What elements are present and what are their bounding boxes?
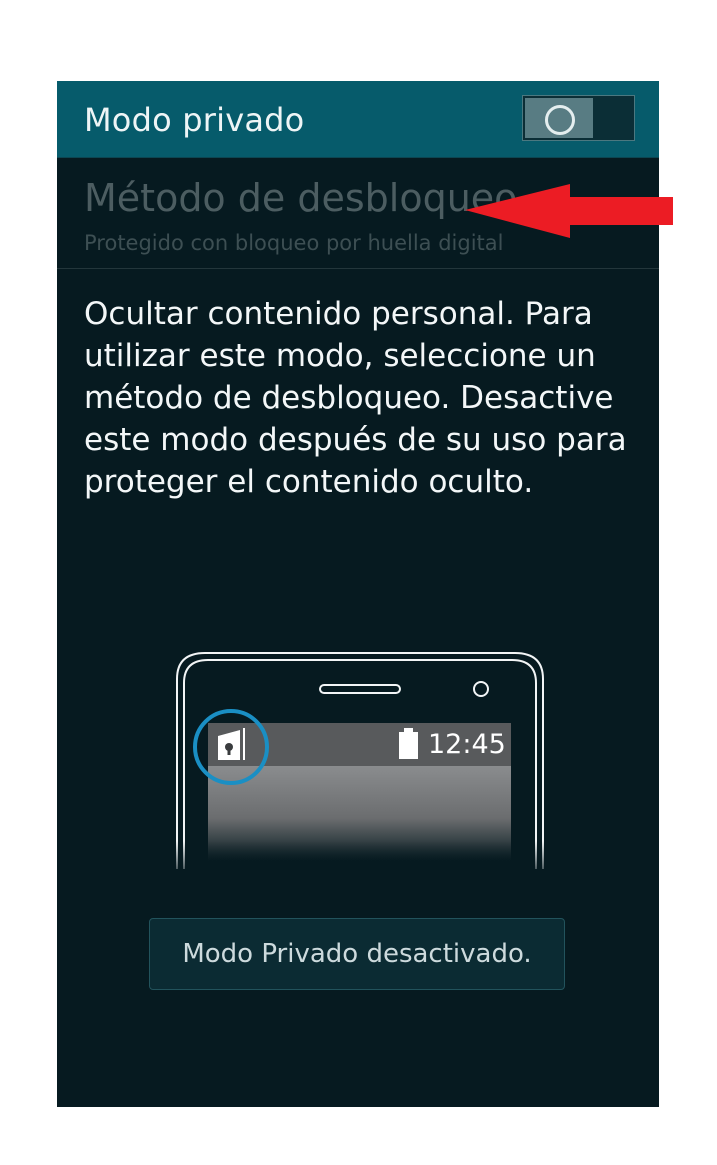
unlock-method-subtitle: Protegido con bloqueo por huella digital	[84, 231, 504, 255]
illustration-fade	[167, 841, 557, 881]
speaker-icon	[319, 684, 401, 694]
camera-icon	[473, 681, 489, 697]
page-title: Modo privado	[84, 101, 305, 139]
description-text: Ocultar contenido personal. Para utiliza…	[84, 296, 627, 500]
private-mode-status-button[interactable]: Modo Privado desactivado.	[149, 918, 565, 990]
private-mode-lock-icon	[193, 709, 269, 785]
toggle-knob	[525, 98, 593, 138]
toggle-ring-icon	[545, 105, 575, 135]
private-mode-toggle[interactable]	[522, 95, 635, 141]
red-arrow-annotation	[465, 184, 673, 238]
unlock-method-title: Método de desbloqueo	[84, 176, 518, 220]
header-bar: Modo privado	[57, 81, 659, 158]
